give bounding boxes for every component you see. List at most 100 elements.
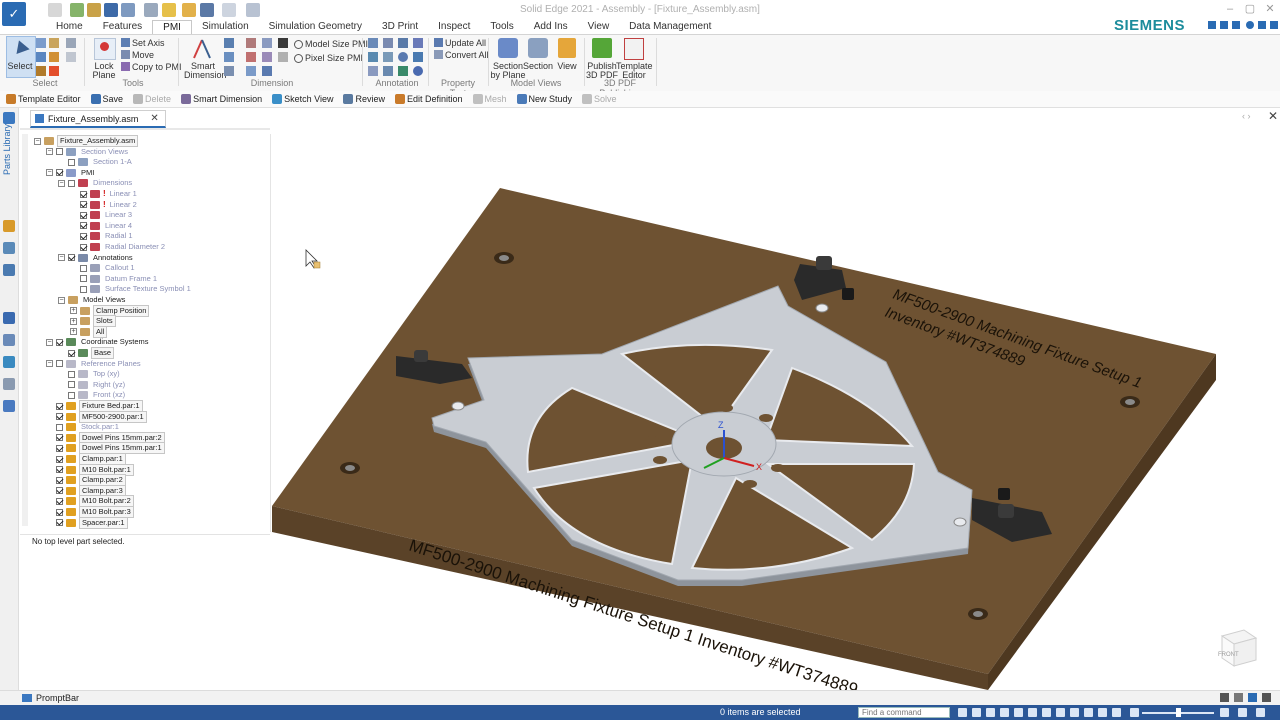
- surface-texture-icon[interactable]: [383, 52, 393, 62]
- tree-row[interactable]: ! Linear 1: [70, 189, 139, 199]
- visibility-checkbox[interactable]: [80, 211, 87, 219]
- redo-icon[interactable]: [222, 3, 236, 17]
- visibility-checkbox[interactable]: [56, 413, 63, 421]
- parts-library-icon[interactable]: [3, 112, 15, 124]
- tree-row[interactable]: Front (xz): [58, 390, 127, 400]
- visibility-checkbox[interactable]: [80, 275, 87, 283]
- visibility-checkbox[interactable]: [56, 455, 63, 463]
- circle-annotation-icon[interactable]: [413, 66, 423, 76]
- cmd-smart-dimension[interactable]: Smart Dimension: [181, 94, 262, 104]
- tree-row[interactable]: Clamp.par:1: [46, 453, 126, 465]
- view-icon[interactable]: [558, 38, 576, 58]
- chamfer-dimension-icon[interactable]: [262, 38, 272, 48]
- visibility-checkbox[interactable]: [56, 487, 63, 495]
- prompt-bar-tab[interactable]: PromptBar: [22, 693, 79, 703]
- balloon-icon[interactable]: [398, 38, 408, 48]
- tree-row[interactable]: − Dimensions: [58, 178, 134, 188]
- expand-icon[interactable]: [1234, 693, 1243, 702]
- undo-icon[interactable]: [200, 3, 214, 17]
- distance-between-icon[interactable]: [224, 38, 234, 48]
- full-screen-icon[interactable]: [1238, 708, 1247, 717]
- prompt-close-icon[interactable]: [1262, 693, 1271, 702]
- visibility-checkbox[interactable]: [56, 466, 63, 474]
- cut-icon[interactable]: [66, 52, 76, 62]
- tab-simulation-geometry[interactable]: Simulation Geometry: [259, 20, 372, 34]
- tab-features[interactable]: Features: [93, 20, 152, 34]
- teamcenter-icon[interactable]: [3, 400, 15, 412]
- settings-icon[interactable]: [1232, 21, 1240, 29]
- find-command-input[interactable]: [858, 707, 950, 718]
- cmd-review[interactable]: Review: [343, 94, 385, 104]
- weld-symbol-icon[interactable]: [413, 52, 423, 62]
- center-mark-icon[interactable]: [383, 66, 393, 76]
- tree-row[interactable]: Clamp.par:2: [46, 474, 126, 487]
- tree-row[interactable]: Stock.par:1: [46, 422, 121, 432]
- visibility-checkbox[interactable]: [68, 391, 75, 399]
- move-button[interactable]: Move: [132, 50, 154, 60]
- tab-inspect[interactable]: Inspect: [428, 20, 480, 34]
- visibility-checkbox[interactable]: [56, 169, 63, 177]
- visibility-checkbox[interactable]: [56, 423, 63, 431]
- collapse-icon[interactable]: −: [58, 296, 65, 304]
- section-by-plane-icon[interactable]: [498, 38, 518, 58]
- options-icon[interactable]: [1220, 21, 1228, 29]
- tree-row[interactable]: Radial 1: [70, 231, 135, 241]
- application-menu-button[interactable]: ✓: [2, 2, 26, 26]
- dimension-group-icon[interactable]: [262, 66, 272, 76]
- visibility-checkbox[interactable]: [56, 508, 63, 516]
- collapse-icon[interactable]: −: [46, 148, 53, 156]
- print-icon[interactable]: [121, 3, 135, 17]
- visibility-checkbox[interactable]: [80, 264, 87, 272]
- display-style-icon[interactable]: [1098, 708, 1107, 717]
- visibility-checkbox[interactable]: [80, 232, 87, 240]
- assembly-icon[interactable]: [3, 220, 15, 232]
- pmi-mode-icon[interactable]: [278, 38, 288, 48]
- visibility-checkbox[interactable]: [68, 349, 75, 357]
- tab-home[interactable]: Home: [46, 20, 93, 34]
- cmd-save[interactable]: Save: [90, 94, 123, 104]
- tree-row[interactable]: − Model Views: [58, 295, 127, 305]
- close-window-icon[interactable]: ✕: [1264, 3, 1276, 15]
- view-cube[interactable]: FRONT: [1214, 624, 1258, 671]
- tree-row[interactable]: Clamp.par:3: [46, 484, 126, 497]
- section-icon[interactable]: [528, 38, 548, 58]
- maximize-icon[interactable]: ▢: [1244, 3, 1256, 15]
- datum-target-icon[interactable]: [398, 52, 408, 62]
- visibility-checkbox[interactable]: [56, 519, 63, 527]
- tree-row[interactable]: Dowel Pins 15mm.par:1: [46, 442, 165, 455]
- angle-between-icon[interactable]: [224, 52, 234, 62]
- visibility-checkbox[interactable]: [68, 254, 75, 262]
- shaded-icon[interactable]: [1084, 708, 1093, 717]
- model-size-pmi-label[interactable]: Model Size PMI: [305, 39, 368, 49]
- document-tab[interactable]: Fixture_Assembly.asm ✕: [30, 110, 166, 128]
- lock-plane-icon[interactable]: [94, 38, 116, 60]
- look-at-face-icon[interactable]: [1056, 708, 1065, 717]
- smart-dimension-icon[interactable]: [192, 38, 212, 60]
- cmd-delete[interactable]: Delete: [133, 94, 171, 104]
- convert-all-button[interactable]: Convert All: [445, 50, 489, 60]
- tree-row[interactable]: − Section Views: [46, 147, 130, 157]
- help-panel-icon[interactable]: [3, 312, 15, 324]
- tree-row[interactable]: Linear 4: [70, 221, 134, 231]
- cmd-sketch-view[interactable]: Sketch View: [272, 94, 333, 104]
- symmetric-diameter-icon[interactable]: [246, 38, 256, 48]
- tree-row[interactable]: Section 1-A: [58, 157, 134, 167]
- fit-view-icon[interactable]: [1220, 693, 1229, 702]
- cmd-solve[interactable]: Solve: [582, 94, 617, 104]
- publish-3d-pdf-icon[interactable]: [592, 38, 612, 58]
- zoom-out-icon[interactable]: [986, 708, 995, 717]
- tree-row[interactable]: + Clamp Position: [70, 304, 150, 317]
- update-all-button[interactable]: Update All: [445, 38, 486, 48]
- help-icon[interactable]: [1246, 21, 1254, 29]
- cmd-new-study[interactable]: New Study: [516, 94, 572, 104]
- rotate-icon[interactable]: [1028, 708, 1037, 717]
- cmd-template-editor[interactable]: Template Editor: [6, 94, 81, 104]
- open-folder-icon[interactable]: [87, 3, 101, 17]
- clipboard-icon[interactable]: [144, 3, 158, 17]
- bolt-hole-icon[interactable]: [398, 66, 408, 76]
- select-tool-icon[interactable]: [36, 38, 46, 48]
- collapse-icon[interactable]: −: [58, 179, 65, 187]
- select-filter-icon[interactable]: [49, 38, 59, 48]
- dimension-style-icon[interactable]: [262, 52, 272, 62]
- coordinate-dimension-icon[interactable]: [224, 66, 234, 76]
